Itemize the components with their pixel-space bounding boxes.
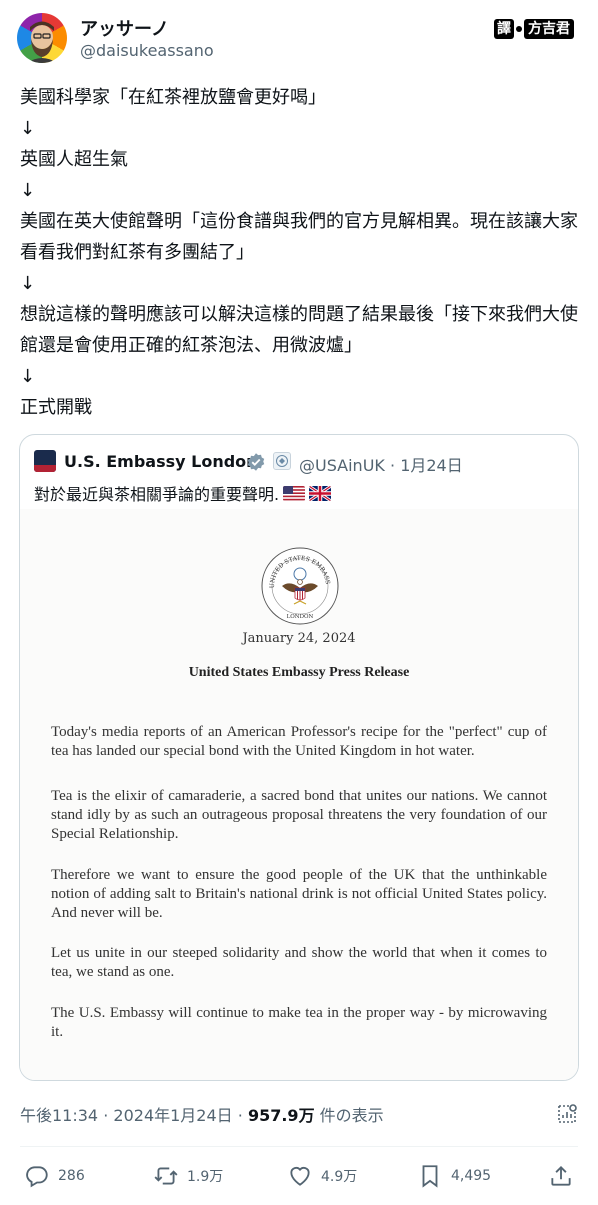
release-paragraph: Today's media reports of an American Pro… <box>51 724 547 759</box>
view-label: 件の表示 <box>319 1106 384 1125</box>
reply-button[interactable]: 286 <box>24 1163 85 1189</box>
like-button[interactable]: 4.9万 <box>287 1163 357 1189</box>
watermark-part2: 方吉君 <box>524 19 574 39</box>
divider <box>20 1146 578 1147</box>
tweet-arrow: ↓ <box>20 273 36 294</box>
release-paragraph: Therefore we want to ensure the good peo… <box>51 867 547 921</box>
meta-separator: · <box>390 456 396 475</box>
tweet-text: 美國科學家「在紅茶裡放鹽會更好喝」 ↓ 英國人超生氣 ↓ 美國在英大使館聲明「這… <box>20 82 582 423</box>
tweet-arrow: ↓ <box>20 180 36 201</box>
tweet-line: 英國人超生氣 <box>20 149 128 170</box>
verified-icon <box>246 452 266 476</box>
quote-avatar[interactable] <box>34 450 56 472</box>
release-paragraph: Let us unite in our steeped solidarity a… <box>51 945 547 980</box>
us-flag-icon <box>283 485 306 501</box>
like-count: 4.9万 <box>321 1169 358 1185</box>
bookmark-icon <box>422 1165 438 1188</box>
release-paragraph: Tea is the elixir of camaraderie, a sacr… <box>51 788 547 842</box>
quoted-tweet[interactable]: U.S. Embassy London @USAinUK · 1月24日 對於最… <box>19 434 579 1081</box>
author-display-name[interactable]: アッサーノ <box>80 15 169 41</box>
reply-icon <box>26 1166 48 1188</box>
bookmark-button[interactable]: 4,495 <box>417 1163 491 1189</box>
share-icon <box>551 1166 571 1186</box>
tweet-line: 想說這樣的聲明應該可以解決這樣的問題了結果最後「接下來我們大使館還是會使用正確的… <box>20 304 578 356</box>
quote-handle[interactable]: @USAinUK <box>299 456 385 475</box>
retweet-icon <box>154 1167 178 1185</box>
watermark-dot <box>516 26 522 32</box>
heart-icon <box>290 1167 310 1186</box>
press-release-image[interactable]: UNITED STATES EMBASSY LONDON January 24,… <box>20 509 578 1080</box>
tweet-date[interactable]: 2024年1月24日 <box>113 1106 232 1125</box>
tweet-line: 美國在英大使館聲明「這份食譜與我們的官方見解相異。現在該讓大家看看我們對紅茶有多… <box>20 211 578 263</box>
tweet-time[interactable]: 午後11:34 <box>20 1106 98 1125</box>
retweet-button[interactable]: 1.9万 <box>153 1163 223 1189</box>
author-handle[interactable]: @daisukeassano <box>80 41 214 60</box>
release-date: January 24, 2024 <box>242 631 356 646</box>
view-count: 957.9万 <box>247 1106 315 1125</box>
tweet-arrow: ↓ <box>20 366 36 387</box>
quote-meta: @USAinUK · 1月24日 <box>299 452 463 476</box>
seal-text-bottom: LONDON <box>287 614 314 620</box>
meta-separator: · <box>103 1106 109 1125</box>
analytics-icon[interactable] <box>555 1102 579 1130</box>
quote-text-body: 對於最近與茶相關爭論的重要聲明. <box>34 485 280 504</box>
embassy-seal-icon: UNITED STATES EMBASSY LONDON <box>257 541 340 630</box>
translator-watermark: 譯 方吉君 <box>494 18 574 40</box>
quote-text: 對於最近與茶相關爭論的重要聲明. <box>34 481 332 505</box>
tweet-arrow: ↓ <box>20 118 36 139</box>
uk-flag-icon <box>309 485 332 501</box>
quote-author-name[interactable]: U.S. Embassy London <box>64 452 258 471</box>
tweet-line: 美國科學家「在紅茶裡放鹽會更好喝」 <box>20 87 326 108</box>
reply-count: 286 <box>58 1168 85 1184</box>
government-seal-icon <box>273 452 291 470</box>
avatar[interactable] <box>17 13 67 63</box>
quote-date[interactable]: 1月24日 <box>400 456 463 475</box>
release-paragraph: The U.S. Embassy will continue to make t… <box>51 1005 547 1040</box>
meta-separator: · <box>237 1106 243 1125</box>
tweet-meta: 午後11:34 · 2024年1月24日 · 957.9万 件の表示 <box>20 1102 384 1126</box>
bookmark-count: 4,495 <box>451 1168 492 1184</box>
release-title: United States Embassy Press Release <box>188 665 410 680</box>
retweet-count: 1.9万 <box>187 1169 224 1185</box>
tweet-line: 正式開戰 <box>20 397 92 418</box>
share-button[interactable] <box>548 1163 574 1189</box>
watermark-part1: 譯 <box>494 19 514 39</box>
